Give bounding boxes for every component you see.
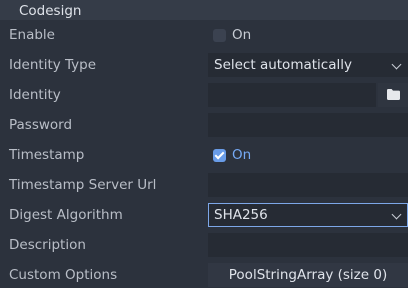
enable-checkbox-text: On xyxy=(232,27,252,43)
chevron-down-icon xyxy=(391,59,402,70)
digest-algorithm-dropdown[interactable]: SHA256 xyxy=(208,203,408,227)
row-enable: Enable On xyxy=(0,20,408,50)
identity-type-dropdown[interactable]: Select automatically xyxy=(208,53,408,77)
digest-algorithm-selected: SHA256 xyxy=(214,207,268,223)
row-password: Password xyxy=(0,110,408,140)
row-timestamp: Timestamp On xyxy=(0,140,408,170)
label-password: Password xyxy=(9,117,73,133)
identity-input[interactable] xyxy=(208,83,376,107)
label-timestamp: Timestamp xyxy=(9,147,85,163)
description-input[interactable] xyxy=(208,233,408,257)
chevron-down-icon xyxy=(391,209,402,220)
row-custom-options: Custom Options PoolStringArray (size 0) xyxy=(0,260,408,288)
label-identity: Identity xyxy=(9,87,61,103)
custom-options-array-button[interactable]: PoolStringArray (size 0) xyxy=(208,263,408,287)
section-title: Codesign xyxy=(19,3,82,19)
label-timestamp-server-url: Timestamp Server Url xyxy=(9,177,157,193)
label-enable: Enable xyxy=(9,27,55,43)
timestamp-server-url-input[interactable] xyxy=(208,173,408,197)
label-digest-algorithm: Digest Algorithm xyxy=(9,207,123,223)
label-identity-type: Identity Type xyxy=(9,57,97,73)
label-custom-options: Custom Options xyxy=(9,267,118,283)
inspector-panel: Codesign Enable On Identity Type Select … xyxy=(0,0,408,288)
identity-type-selected: Select automatically xyxy=(214,57,352,73)
row-timestamp-server-url: Timestamp Server Url xyxy=(0,170,408,200)
checkbox-unchecked-icon[interactable] xyxy=(213,28,226,42)
row-identity: Identity xyxy=(0,80,408,110)
timestamp-checkbox[interactable]: On xyxy=(213,148,251,162)
label-description: Description xyxy=(9,237,86,253)
folder-icon xyxy=(387,89,400,100)
section-header-codesign[interactable]: Codesign xyxy=(0,0,408,20)
checkbox-checked-icon[interactable] xyxy=(213,148,226,162)
enable-checkbox[interactable]: On xyxy=(213,28,251,42)
timestamp-checkbox-text: On xyxy=(232,147,252,163)
row-digest-algorithm: Digest Algorithm SHA256 xyxy=(0,200,408,230)
row-description: Description xyxy=(0,230,408,260)
row-identity-type: Identity Type Select automatically xyxy=(0,50,408,80)
browse-folder-button[interactable] xyxy=(378,83,408,107)
password-input[interactable] xyxy=(208,113,408,137)
